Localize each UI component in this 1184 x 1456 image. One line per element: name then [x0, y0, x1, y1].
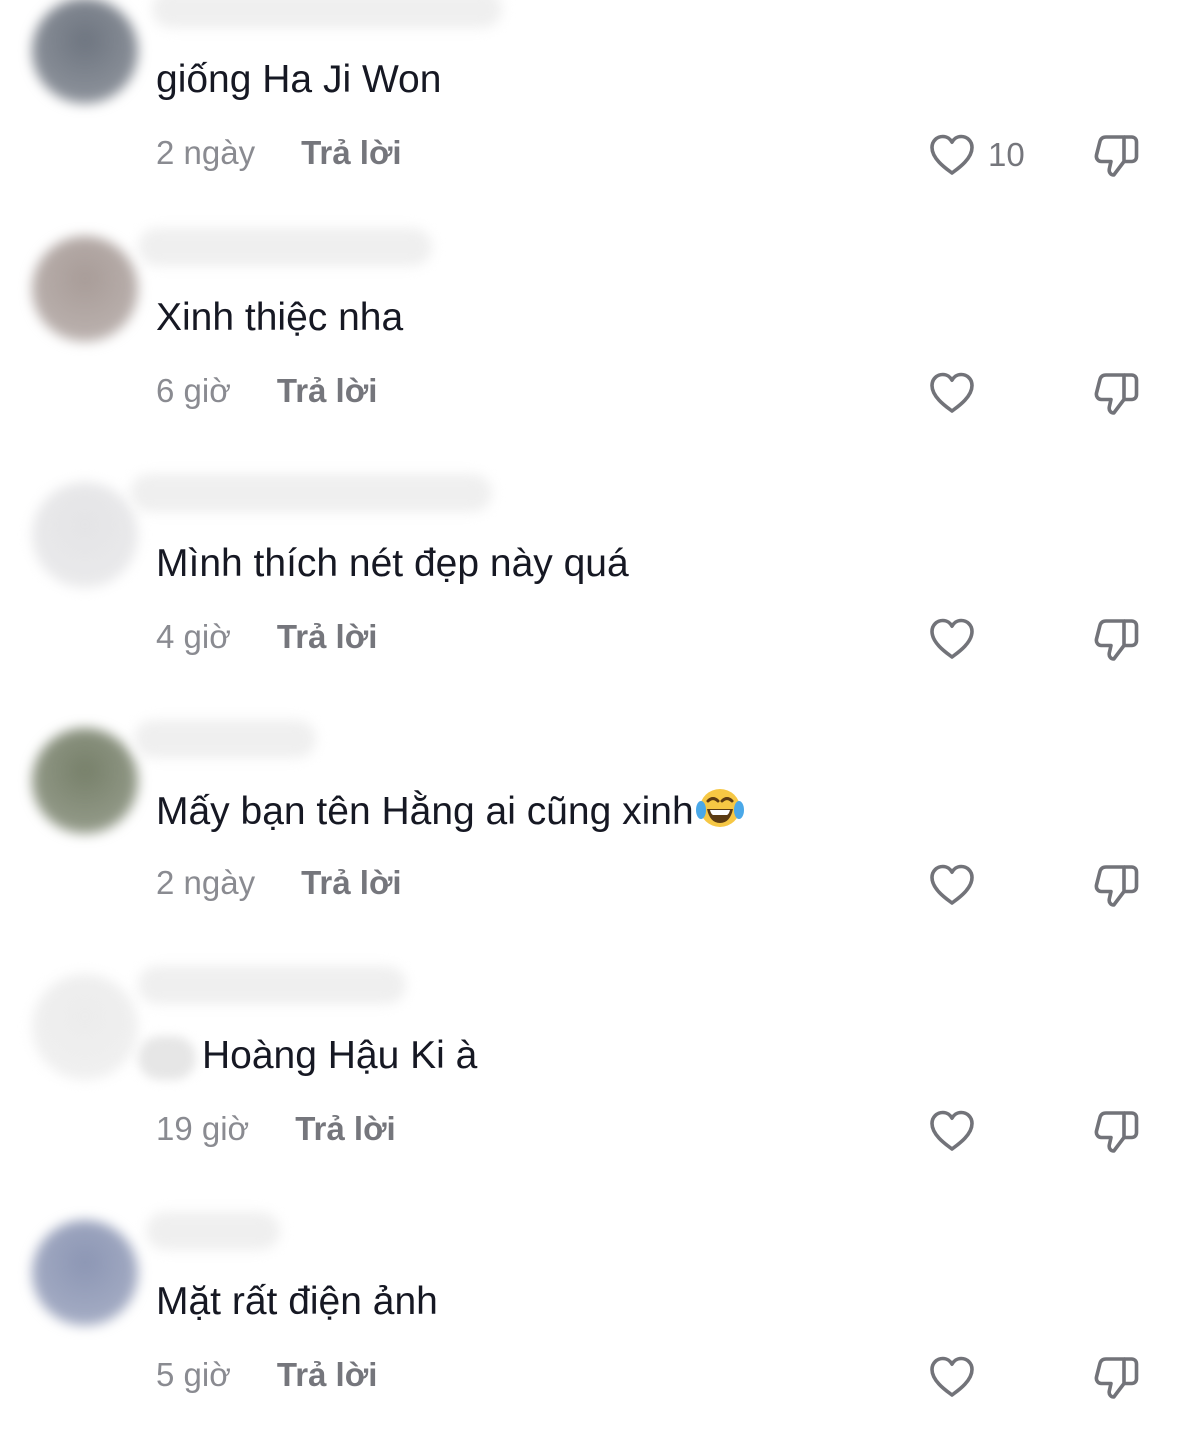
username-redacted[interactable] [138, 966, 406, 1004]
like-count: 10 [988, 136, 1025, 173]
like-button[interactable] [928, 863, 976, 907]
username-redacted[interactable] [134, 720, 316, 758]
heart-icon[interactable] [928, 617, 976, 661]
like-button[interactable] [928, 617, 976, 661]
thumbs-down-icon[interactable] [1092, 131, 1142, 179]
comment-time: 2 ngày [156, 134, 256, 171]
comment-time: 2 ngày [156, 864, 256, 901]
username-redacted[interactable] [130, 474, 492, 512]
heart-icon[interactable] [928, 863, 976, 907]
heart-icon[interactable] [928, 1109, 976, 1153]
avatar[interactable] [32, 236, 138, 342]
heart-icon[interactable] [928, 133, 976, 177]
heart-icon[interactable] [928, 371, 976, 415]
reply-button[interactable]: Trả lời [301, 134, 402, 172]
avatar[interactable] [32, 0, 138, 104]
reply-button[interactable]: Trả lời [277, 372, 378, 410]
comment-text-body: giống Ha Ji Won [156, 58, 442, 101]
comment-text: Mặt rất điện ảnh [156, 1278, 438, 1326]
comment-text: Mình thích nét đẹp này quá [156, 540, 629, 588]
username-redacted[interactable] [146, 1212, 280, 1250]
avatar[interactable] [32, 1220, 138, 1326]
comment-text: Hoàng Hậu Ki à [138, 1032, 478, 1080]
comment-item: Hoàng Hậu Ki à 19 giờ Trả lời [0, 964, 1184, 1210]
avatar[interactable] [32, 728, 138, 834]
like-button[interactable] [928, 371, 976, 415]
mention-redacted[interactable] [138, 1035, 196, 1080]
comment-item: Mặt rất điện ảnh 5 giờ Trả lời [0, 1210, 1184, 1456]
comment-meta: 2 ngày Trả lời [156, 863, 402, 903]
comment-meta: 6 giờ Trả lời [156, 371, 377, 411]
comment-meta: 5 giờ Trả lời [156, 1355, 377, 1395]
comment-text-body: Xinh thiệc nha [156, 296, 404, 339]
thumbs-down-icon[interactable] [1092, 861, 1142, 909]
comment-meta: 19 giờ Trả lời [156, 1109, 396, 1149]
dislike-button[interactable] [1092, 1353, 1142, 1401]
comment-item: Mình thích nét đẹp này quá 4 giờ Trả lời [0, 472, 1184, 718]
comment-meta: 2 ngày Trả lời [156, 133, 402, 173]
comment-time: 6 giờ [156, 372, 231, 409]
username-redacted[interactable] [152, 0, 502, 28]
comment-text-body: Hoàng Hậu Ki à [202, 1034, 478, 1077]
like-button[interactable]: 10 [928, 133, 1025, 177]
thumbs-down-icon[interactable] [1092, 1107, 1142, 1155]
comment-text: Mấy bạn tên Hằng ai cũng xinh [156, 786, 744, 836]
comment-time: 19 giờ [156, 1110, 250, 1147]
comment-time: 4 giờ [156, 618, 231, 655]
reply-button[interactable]: Trả lời [295, 1110, 396, 1148]
comment-meta: 4 giờ Trả lời [156, 617, 377, 657]
like-button[interactable] [928, 1109, 976, 1153]
comment-text: giống Ha Ji Won [156, 56, 441, 104]
like-button[interactable] [928, 1355, 976, 1399]
thumbs-down-icon[interactable] [1092, 369, 1142, 417]
emoji-face-with-tears-of-joy-icon [695, 786, 744, 830]
username-redacted[interactable] [138, 228, 432, 266]
avatar[interactable] [32, 974, 138, 1080]
comment-item: giống Ha Ji Won 2 ngày Trả lời 10 [0, 0, 1184, 234]
dislike-button[interactable] [1092, 861, 1142, 909]
comment-item: Xinh thiệc nha 6 giờ Trả lời [0, 226, 1184, 472]
thumbs-down-icon[interactable] [1092, 615, 1142, 663]
dislike-button[interactable] [1092, 369, 1142, 417]
dislike-button[interactable] [1092, 1107, 1142, 1155]
dislike-button[interactable] [1092, 615, 1142, 663]
heart-icon[interactable] [928, 1355, 976, 1399]
dislike-button[interactable] [1092, 131, 1142, 179]
comment-text-body: Mình thích nét đẹp này quá [156, 542, 629, 585]
comment-text-body: Mấy bạn tên Hằng ai cũng xinh [156, 790, 694, 833]
reply-button[interactable]: Trả lời [277, 1356, 378, 1394]
comment-time: 5 giờ [156, 1356, 231, 1393]
reply-button[interactable]: Trả lời [277, 618, 378, 656]
comment-item: Mấy bạn tên Hằng ai cũng xinh 2 ngày Trả… [0, 718, 1184, 964]
comment-text: Xinh thiệc nha [156, 294, 403, 342]
thumbs-down-icon[interactable] [1092, 1353, 1142, 1401]
comment-text-body: Mặt rất điện ảnh [156, 1280, 438, 1323]
avatar[interactable] [32, 482, 138, 588]
reply-button[interactable]: Trả lời [301, 864, 402, 902]
